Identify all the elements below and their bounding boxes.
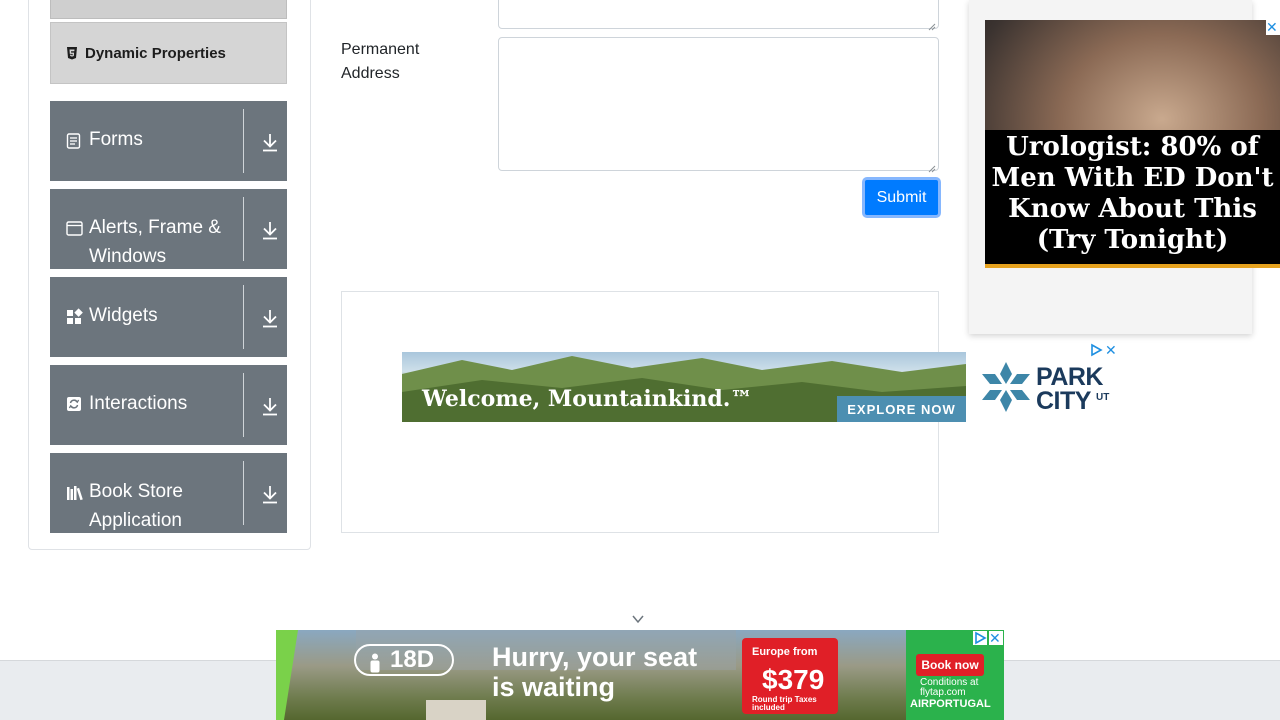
divider bbox=[243, 373, 244, 437]
nav-group-label: Widgets bbox=[89, 305, 158, 326]
price-badge: Europe from $379 Round trip Taxes includ… bbox=[742, 638, 838, 714]
permanent-address-label: Permanent Address bbox=[341, 41, 420, 82]
nav-group-label: Alerts, Frame & Windows bbox=[89, 217, 221, 267]
download-icon[interactable] bbox=[260, 483, 280, 505]
snowflake-icon bbox=[982, 362, 1030, 412]
tap-portugal-ad[interactable]: 18D Hurry, your seat is waiting Europe f… bbox=[276, 630, 1004, 720]
close-ad-icon[interactable]: ✕ bbox=[1266, 19, 1280, 35]
ad-accent-bar bbox=[985, 264, 1280, 268]
divider bbox=[243, 197, 244, 261]
sidebar-item-previous[interactable] bbox=[50, 0, 287, 19]
ad-headline: Urologist: 80% of Men With ED Don't Know… bbox=[991, 132, 1274, 255]
right-ad[interactable]: Urologist: 80% of Men With ED Don't Know… bbox=[985, 20, 1280, 268]
close-ad-icon[interactable]: ✕ bbox=[989, 631, 1003, 645]
widgets-icon bbox=[66, 308, 83, 325]
resize-grip-icon[interactable] bbox=[928, 160, 936, 173]
park-city-logo[interactable]: PARK CITY UT bbox=[978, 358, 1113, 418]
brand-suffix: UT bbox=[1096, 392, 1110, 403]
price-value: $379 bbox=[762, 664, 825, 695]
resize-grip-icon[interactable] bbox=[928, 18, 936, 31]
divider bbox=[243, 461, 244, 525]
download-icon[interactable] bbox=[260, 307, 280, 329]
adchoices-icon[interactable] bbox=[973, 631, 987, 645]
price-note: Round trip Taxes included bbox=[752, 695, 817, 712]
divider bbox=[243, 109, 244, 173]
nav-group-interactions[interactable]: Interactions bbox=[50, 365, 287, 445]
nav-group-widgets[interactable]: Widgets bbox=[50, 277, 287, 357]
nav-group-label: Interactions bbox=[89, 393, 188, 414]
ad-headline: Hurry, your seat is waiting bbox=[492, 642, 698, 702]
books-icon bbox=[66, 485, 83, 502]
park-city-brand: PARK CITY bbox=[1036, 363, 1103, 415]
seat-class: 18D bbox=[390, 646, 435, 673]
permanent-address-textarea[interactable] bbox=[498, 37, 939, 171]
nav-group-label: Forms bbox=[89, 129, 143, 150]
html5-icon bbox=[65, 46, 79, 60]
window-icon bbox=[66, 221, 83, 238]
download-icon[interactable] bbox=[260, 219, 280, 241]
price-region: Europe from bbox=[752, 646, 818, 658]
brand-text: PARK CITY bbox=[1036, 363, 1103, 415]
nav-group-alerts[interactable]: Alerts, Frame & Windows bbox=[50, 189, 287, 269]
form-icon bbox=[66, 133, 83, 150]
nav-group-book-store[interactable]: Book Store Application bbox=[50, 453, 287, 533]
seat-badge: 18D bbox=[354, 644, 454, 676]
adchoices-icon[interactable] bbox=[1089, 343, 1103, 357]
conditions-text: Conditions at flytap.com bbox=[920, 677, 979, 698]
explore-now-button[interactable]: EXPLORE NOW bbox=[837, 396, 966, 422]
park-city-ad[interactable]: Welcome, Mountainkind.™ EXPLORE NOW bbox=[402, 352, 966, 422]
current-address-textarea[interactable] bbox=[498, 0, 939, 31]
download-icon[interactable] bbox=[260, 395, 280, 417]
ad-headline: Welcome, Mountainkind.™ bbox=[422, 386, 753, 412]
nav-group-forms[interactable]: Forms bbox=[50, 101, 287, 181]
close-ad-icon[interactable]: ✕ bbox=[1105, 343, 1119, 357]
book-now-button[interactable]: Book now bbox=[916, 654, 984, 676]
nav-group-label: Book Store Application bbox=[89, 481, 183, 531]
chevron-down-icon[interactable] bbox=[630, 612, 646, 624]
submit-button[interactable]: Submit bbox=[862, 177, 941, 218]
download-icon[interactable] bbox=[260, 131, 280, 153]
sidebar-item-label: Dynamic Properties bbox=[85, 44, 226, 62]
divider bbox=[243, 285, 244, 349]
person-icon bbox=[368, 652, 382, 680]
airline-logo: AIRPORTUGAL bbox=[910, 698, 991, 710]
interactions-icon bbox=[66, 396, 83, 413]
sidebar-item-dynamic-properties[interactable]: Dynamic Properties bbox=[50, 22, 287, 84]
